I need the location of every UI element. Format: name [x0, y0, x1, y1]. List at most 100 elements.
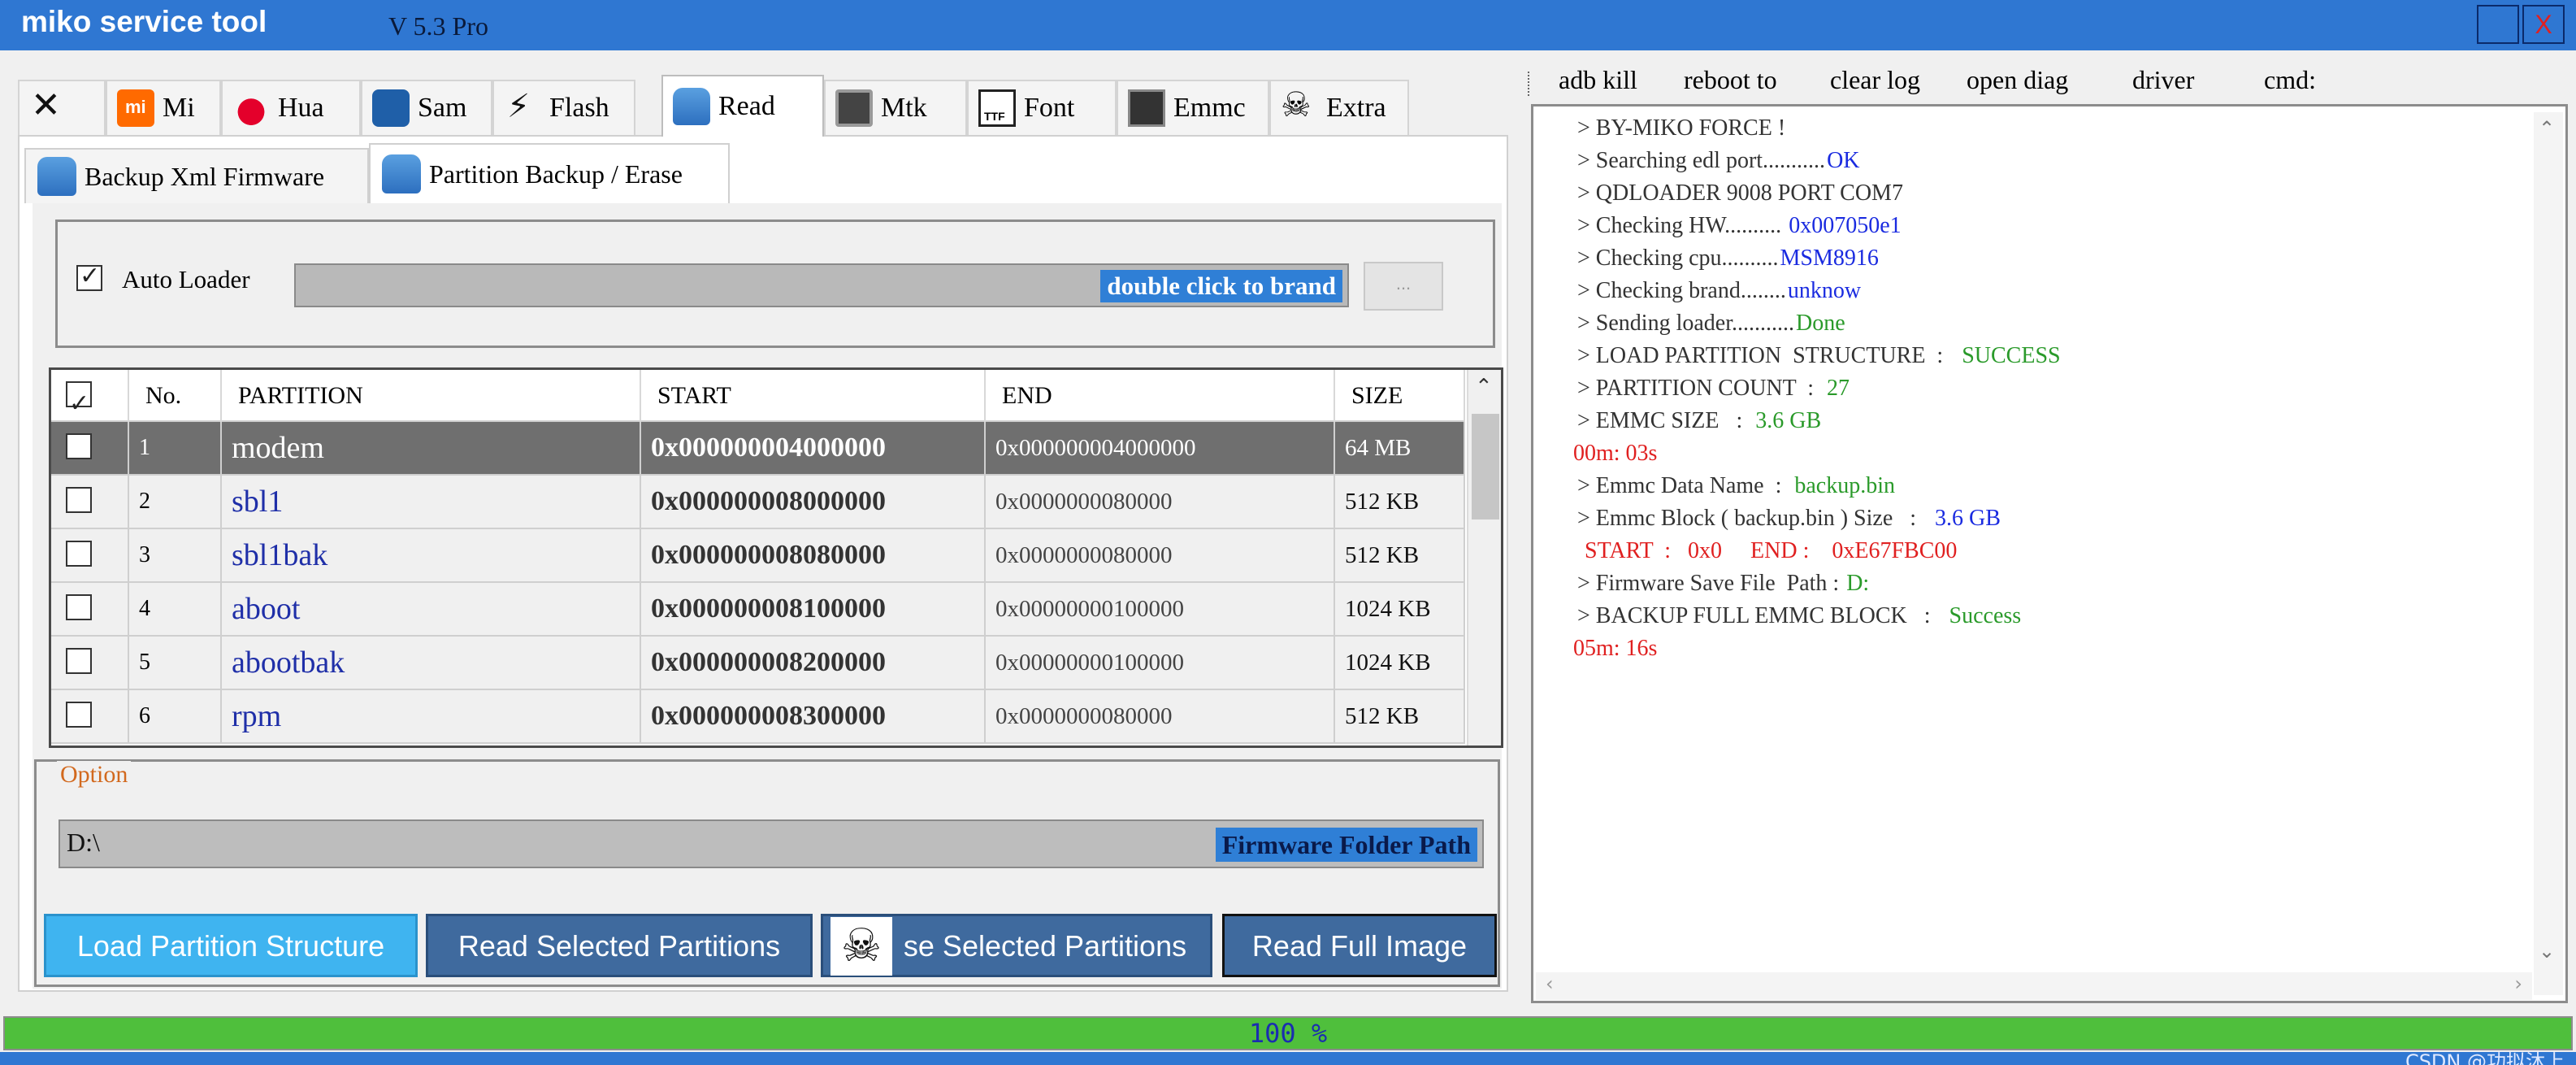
table-row[interactable]: 2 sbl1 0x000000008000000 0x0000000080000…	[51, 476, 1465, 529]
tab-font[interactable]: Font	[967, 80, 1117, 135]
lightning-icon	[504, 88, 541, 127]
menu-driver[interactable]: driver	[2132, 65, 2194, 95]
menu-cmd[interactable]: cmd:	[2264, 65, 2316, 95]
mi-logo-icon	[117, 89, 154, 127]
table-row[interactable]: 6 rpm 0x000000008300000 0x0000000080000 …	[51, 690, 1465, 744]
table-row[interactable]: 1 modem 0x000000004000000 0x000000004000…	[51, 422, 1465, 476]
row-checkbox[interactable]	[66, 594, 92, 620]
cell-start: 0x000000008080000	[641, 529, 986, 581]
ttf-font-icon	[978, 89, 1016, 127]
tab-extra[interactable]: Extra	[1269, 80, 1409, 135]
scroll-thumb[interactable]	[1472, 414, 1499, 519]
row-checkbox-cell	[51, 476, 129, 528]
column-header-end[interactable]: END	[986, 370, 1335, 422]
chevron-left-icon[interactable]: ‹	[1546, 972, 1554, 995]
firmware-path-field[interactable]: D:\ Firmware Folder Path	[59, 819, 1484, 868]
app-version: V 5.3 Pro	[388, 11, 488, 41]
skull-icon	[1281, 85, 1318, 127]
cell-size: 1024 KB	[1335, 637, 1465, 689]
menu-reboot-to[interactable]: reboot to	[1684, 65, 1777, 95]
table-scrollbar[interactable]: ⌃	[1467, 370, 1501, 746]
cell-no: 3	[129, 529, 222, 581]
chevron-up-icon[interactable]: ⌃	[1475, 375, 1493, 399]
log-output: > BY-MIKO FORCE ! > Searching edl port..…	[1572, 112, 2514, 665]
log-value: 0x007050e1	[1789, 213, 1902, 238]
log-value: 05m: 16s	[1573, 636, 1658, 661]
samsung-logo-icon	[372, 89, 410, 127]
auto-loader-checkbox[interactable]	[76, 262, 102, 291]
right-toolbar: adb kill reboot to clear log open diag d…	[1528, 65, 2560, 106]
chip-icon	[835, 89, 873, 127]
log-value: OK	[1827, 148, 1860, 173]
row-checkbox[interactable]	[66, 648, 92, 674]
tab-emmc[interactable]: Emmc	[1117, 80, 1269, 135]
chevron-right-icon[interactable]: ›	[2514, 972, 2522, 995]
log-value: 27	[1827, 376, 1850, 401]
cell-size: 512 KB	[1335, 529, 1465, 581]
cell-end: 0x00000000100000	[986, 637, 1335, 689]
close-button[interactable]: X	[2522, 5, 2565, 44]
auto-loader-label: Auto Loader	[122, 265, 250, 293]
log-prefix: > Sending loader...........	[1572, 311, 1794, 336]
cell-size: 64 MB	[1335, 422, 1465, 474]
tab-label: Mtk	[881, 93, 927, 123]
cell-end: 0x000000004000000	[986, 422, 1335, 474]
subtab-partition-backup-erase[interactable]: Partition Backup / Erase	[369, 143, 730, 203]
table-row[interactable]: 5 abootbak 0x000000008200000 0x000000001…	[51, 637, 1465, 690]
minimize-button[interactable]	[2477, 5, 2519, 44]
tab-label: Flash	[549, 93, 609, 123]
log-horizontal-scrollbar[interactable]: ‹ ›	[1536, 972, 2532, 1000]
cell-no: 2	[129, 476, 222, 528]
tab-read[interactable]: Read	[661, 75, 824, 137]
load-partition-structure-button[interactable]: Load Partition Structure	[44, 914, 418, 977]
tab-flash[interactable]: Flash	[492, 80, 635, 135]
menu-clear-log[interactable]: clear log	[1830, 65, 1920, 95]
tab-mi[interactable]: Mi	[106, 80, 221, 135]
subtab-backup-xml-firmware[interactable]: Backup Xml Firmware	[24, 148, 369, 203]
huawei-logo-icon	[232, 89, 270, 127]
column-header-start[interactable]: START	[641, 370, 986, 422]
brand-field[interactable]: double click to brand	[294, 263, 1349, 307]
read-selected-partitions-button[interactable]: Read Selected Partitions	[426, 914, 813, 977]
log-prefix: > Checking brand........	[1572, 278, 1786, 303]
read-full-image-button[interactable]: Read Full Image	[1222, 914, 1497, 977]
row-checkbox[interactable]	[66, 487, 92, 513]
tab-label: Font	[1024, 93, 1075, 123]
table-row[interactable]: 3 sbl1bak 0x000000008080000 0x0000000080…	[51, 529, 1465, 583]
tab-sam[interactable]: Sam	[361, 80, 492, 135]
tab-label: Emmc	[1173, 93, 1246, 123]
cell-no: 6	[129, 690, 222, 742]
column-header-no[interactable]: No.	[129, 370, 222, 422]
row-checkbox[interactable]	[66, 541, 92, 567]
browse-button[interactable]: ...	[1364, 262, 1443, 311]
toolbar-grip	[1528, 72, 1533, 96]
tab-hua[interactable]: Hua	[221, 80, 361, 135]
cell-no: 4	[129, 583, 222, 635]
row-checkbox[interactable]	[66, 433, 92, 459]
cell-start: 0x000000008200000	[641, 637, 986, 689]
log-line: > PARTITION COUNT : 27	[1572, 372, 2514, 405]
chevron-up-icon[interactable]: ⌃	[2539, 117, 2555, 140]
log-line: > Checking brand........unknow	[1572, 275, 2514, 307]
app-title: miko service tool	[21, 5, 267, 38]
cell-size: 1024 KB	[1335, 583, 1465, 635]
menu-open-diag[interactable]: open diag	[1967, 65, 2068, 95]
menu-adb-kill[interactable]: adb kill	[1559, 65, 1637, 95]
tab-tools[interactable]	[18, 80, 106, 135]
column-header-size[interactable]: SIZE	[1335, 370, 1465, 422]
column-header-partition[interactable]: PARTITION	[222, 370, 641, 422]
tab-mtk[interactable]: Mtk	[824, 80, 967, 135]
log-value: 3.6 GB	[1935, 506, 2001, 531]
log-prefix: > Searching edl port...........	[1572, 148, 1826, 173]
log-value: 00m: 03s	[1573, 441, 1658, 466]
log-value: backup.bin	[1794, 473, 1896, 498]
tab-label: Hua	[278, 93, 324, 123]
log-vertical-scrollbar[interactable]: ⌃ ⌄	[2534, 112, 2563, 995]
log-line: > LOAD PARTITION STRUCTURE : SUCCESS	[1572, 340, 2514, 372]
row-checkbox[interactable]	[66, 702, 92, 728]
chevron-down-icon[interactable]: ⌄	[2539, 940, 2555, 963]
tab-label: Sam	[418, 93, 467, 123]
table-row[interactable]: 4 aboot 0x000000008100000 0x000000001000…	[51, 583, 1465, 637]
cell-partition: aboot	[222, 583, 641, 635]
select-all-checkbox[interactable]	[66, 378, 92, 430]
